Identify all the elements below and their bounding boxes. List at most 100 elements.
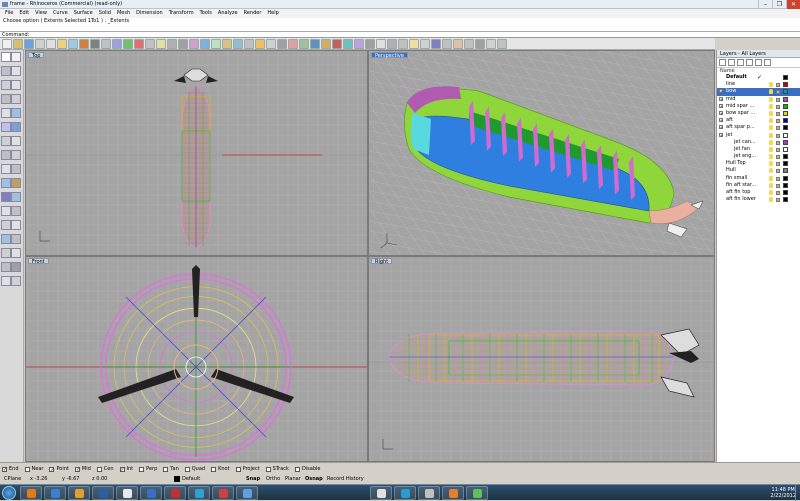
maximize-button[interactable]: ❐ [772,0,786,9]
toolbar-tool-icon[interactable] [2,38,12,49]
layer-visibility-bulb-icon[interactable] [769,146,773,152]
viewport-top[interactable]: Top [26,51,367,255]
viewport-title-front[interactable]: Front [28,258,49,265]
new-layer-icon[interactable] [719,59,726,66]
expand-layer-icon[interactable]: + [719,89,723,94]
layer-lock-icon[interactable] [776,176,780,181]
toolbar-tool-icon[interactable] [46,38,56,49]
main-tool-icon[interactable] [1,178,11,188]
main-tool-icon[interactable] [1,262,11,272]
layer-color-swatch[interactable] [783,168,788,174]
osnap-checkbox[interactable]: ✓ [49,466,55,472]
layer-lock-icon[interactable] [776,162,780,167]
viewport-front[interactable]: Front [26,257,367,461]
main-tool-icon[interactable] [11,234,21,244]
menu-surface[interactable]: Surface [71,9,96,18]
layer-color-swatch[interactable] [783,103,788,109]
toolbar-tool-icon[interactable] [431,38,441,49]
layer-color-swatch[interactable] [783,139,788,145]
layer-row[interactable]: + aft [717,117,800,124]
show-desktop-button[interactable] [795,485,800,501]
layer-row[interactable]: + jet [717,132,800,139]
toolbar-tool-icon[interactable] [79,38,89,49]
main-tool-icon[interactable] [1,192,11,202]
layer-row[interactable]: aft fin lower [717,196,800,203]
toolbar-tool-icon[interactable] [277,38,287,49]
osnap-near[interactable]: Near [24,465,43,473]
system-clock[interactable]: 11:48 PM 2/22/2012 [770,487,796,499]
toolbar-tool-icon[interactable] [332,38,342,49]
layer-color-swatch[interactable] [783,132,788,138]
osnap-quad[interactable]: Quad [184,465,205,473]
layer-row[interactable]: jet fan [717,146,800,153]
start-button[interactable] [2,486,16,500]
viewport-title-perspective[interactable]: Perspective [371,52,408,59]
delete-layer-icon[interactable] [737,59,744,66]
toolbar-tool-icon[interactable] [156,38,166,49]
toolbar-tool-icon[interactable] [398,38,408,49]
taskbar-app-icon[interactable] [370,486,392,500]
toolbar-tool-icon[interactable] [354,38,364,49]
expand-layer-icon[interactable]: + [719,96,723,101]
layer-row[interactable]: jet can... [717,139,800,146]
viewport-title-top[interactable]: Top [28,52,45,59]
main-tool-icon[interactable] [1,66,11,76]
layer-row[interactable]: Default ✓ [717,74,800,81]
filter-icon[interactable] [764,59,771,66]
osnap-strack[interactable]: STrack [265,465,289,473]
expand-layer-icon[interactable]: + [719,103,723,108]
toolbar-tool-icon[interactable] [376,38,386,49]
osnap-cen[interactable]: Cen [96,465,114,473]
main-tool-icon[interactable] [11,136,21,146]
layer-row[interactable]: jet eng... [717,153,800,160]
current-layer[interactable]: Default [182,475,200,483]
layer-color-swatch[interactable] [783,190,788,195]
layer-lock-icon[interactable] [776,140,780,145]
ortho-toggle[interactable]: Ortho [266,475,280,483]
toolbar-tool-icon[interactable] [13,38,23,49]
osnap-toggle[interactable]: Osnap [305,475,323,483]
layer-lock-icon[interactable] [776,147,780,152]
layer-visibility-bulb-icon[interactable] [769,168,773,174]
taskbar-folder-icon[interactable] [68,486,90,500]
layer-color-swatch[interactable] [783,175,788,181]
osnap-checkbox[interactable]: ✓ [119,466,125,472]
toolbar-tool-icon[interactable] [57,38,67,49]
osnap-perp[interactable]: Perp [139,465,157,473]
main-tool-icon[interactable] [11,164,21,174]
layer-row[interactable]: Hull [717,167,800,174]
toolbar-tool-icon[interactable] [464,38,474,49]
main-tool-icon[interactable] [1,94,11,104]
menu-dimension[interactable]: Dimension [133,9,166,18]
toolbar-tool-icon[interactable] [486,38,496,49]
layer-lock-icon[interactable] [776,169,780,174]
viewport-title-right[interactable]: Right [371,258,393,265]
toolbar-tool-icon[interactable] [299,38,309,49]
toolbar-tool-icon[interactable] [35,38,45,49]
taskbar-app-icon[interactable] [418,486,440,500]
toolbar-tool-icon[interactable] [167,38,177,49]
taskbar-photoshop-icon[interactable] [92,486,114,500]
expand-layer-icon[interactable]: + [719,110,723,115]
taskbar-rhino-icon[interactable] [140,486,162,500]
main-tool-icon[interactable] [1,108,11,118]
osnap-checkbox[interactable] [211,466,217,472]
layer-color-swatch[interactable] [783,96,788,102]
main-tool-icon[interactable] [1,150,11,160]
main-tool-icon[interactable] [11,276,21,286]
layer-row[interactable]: + bow spar ... [717,110,800,117]
menu-curve[interactable]: Curve [50,9,71,18]
layer-visibility-bulb-icon[interactable] [769,89,773,95]
layer-visibility-bulb-icon[interactable] [769,190,773,195]
menu-render[interactable]: Render [241,9,265,18]
toolbar-tool-icon[interactable] [266,38,276,49]
layer-lock-icon[interactable] [776,198,780,203]
main-tool-icon[interactable] [1,276,11,286]
move-down-icon[interactable] [755,59,762,66]
expand-layer-icon[interactable]: + [719,125,723,130]
menu-analyze[interactable]: Analyze [215,9,241,18]
layer-visibility-bulb-icon[interactable] [769,161,773,167]
layer-lock-icon[interactable] [776,133,780,138]
layer-visibility-bulb-icon[interactable] [769,110,773,116]
osnap-checkbox[interactable] [96,466,102,472]
